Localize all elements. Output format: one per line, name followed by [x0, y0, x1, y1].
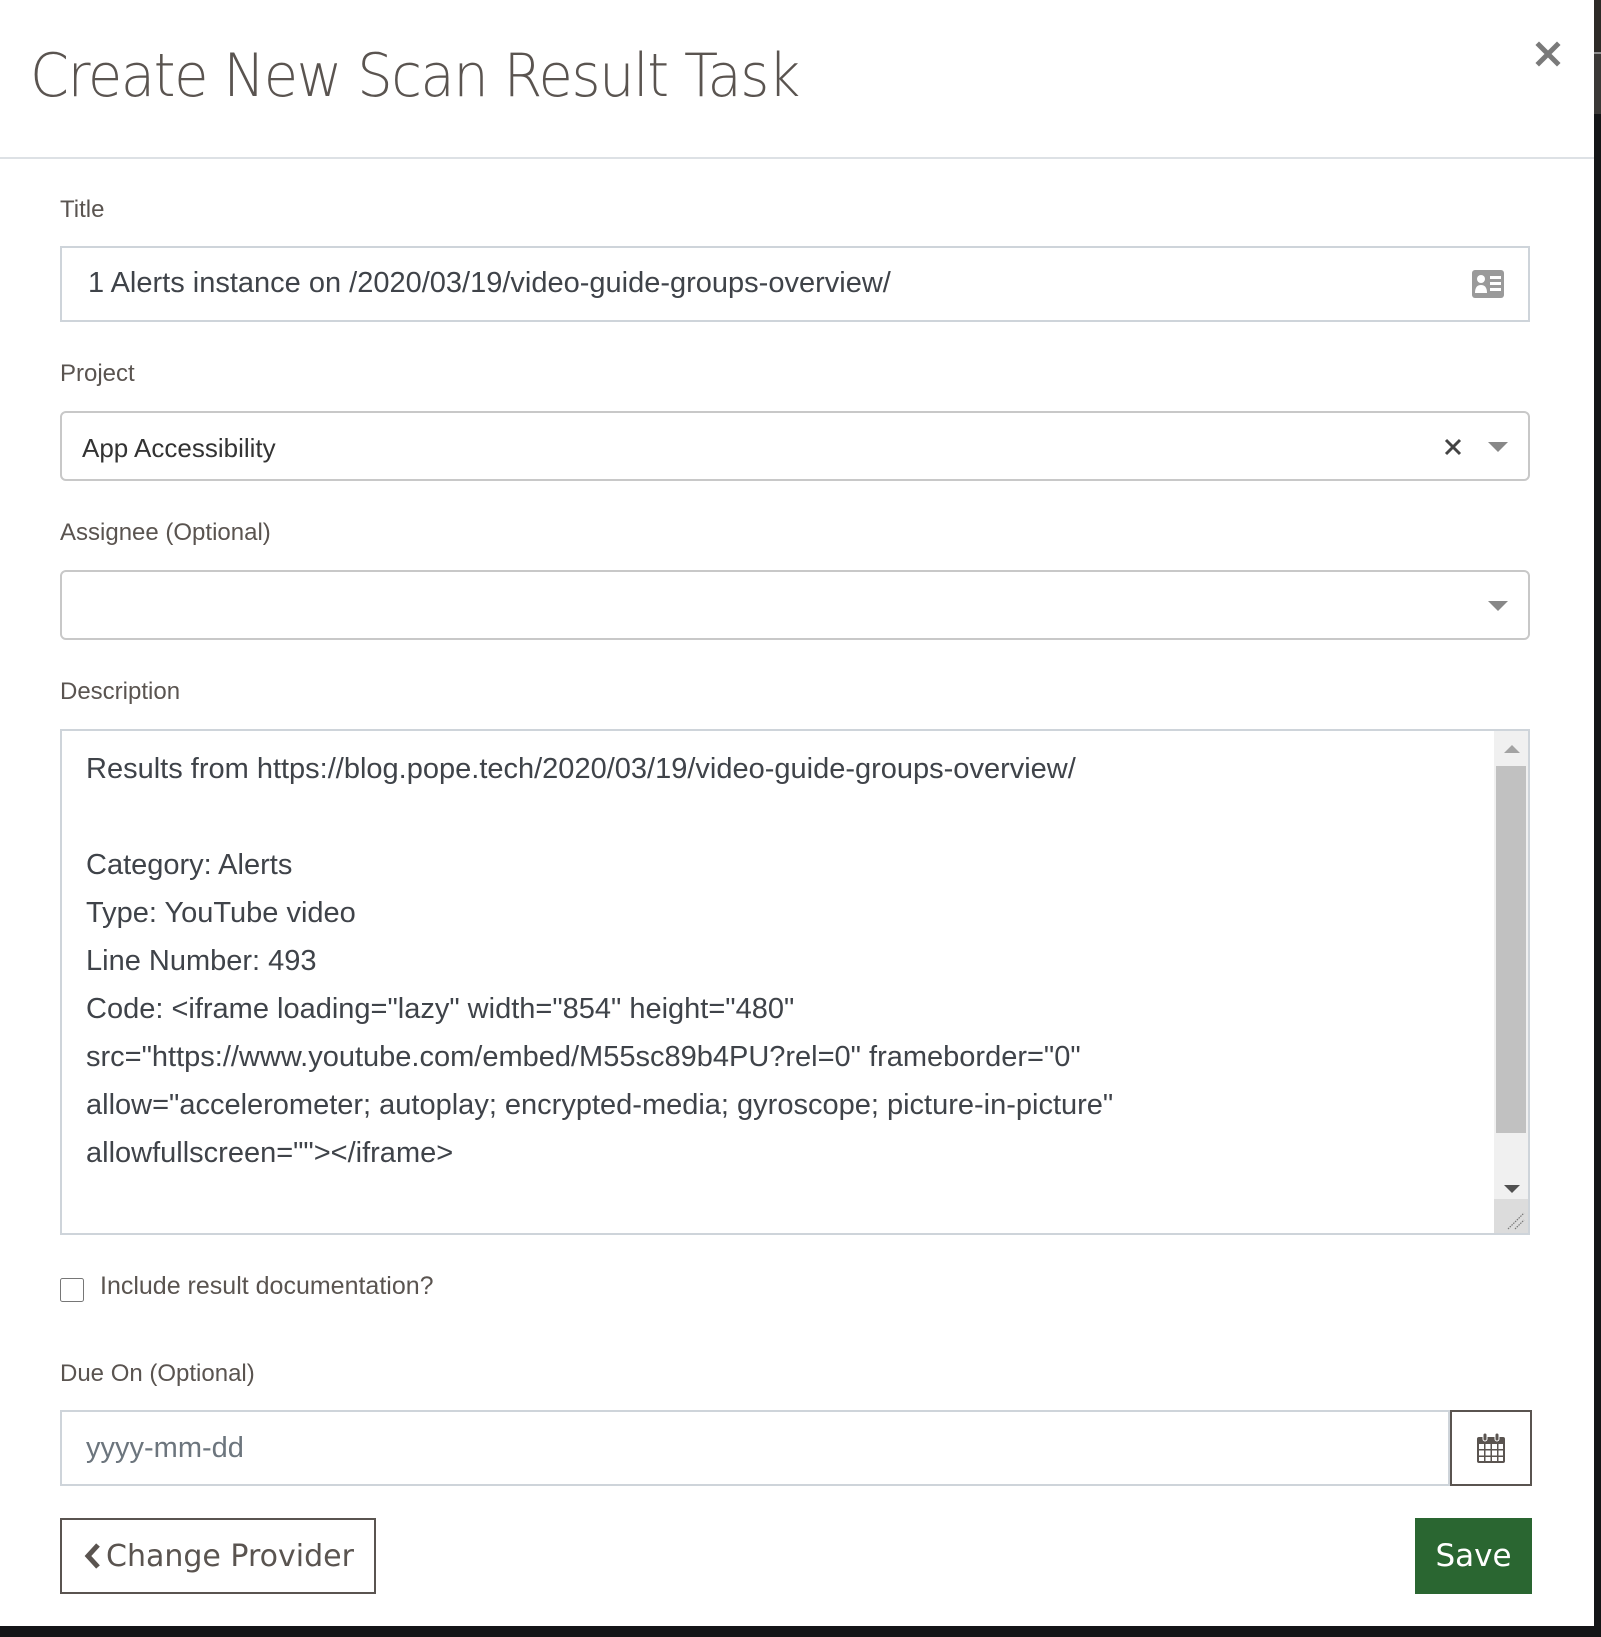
scroll-thumb[interactable] [1496, 766, 1526, 1133]
save-button[interactable]: Save [1415, 1518, 1532, 1594]
close-icon [1535, 41, 1561, 67]
scroll-down-icon[interactable] [1504, 1185, 1520, 1193]
assignee-label: Assignee (Optional) [60, 519, 271, 546]
create-task-modal: Create New Scan Result Task Title 1 Aler… [0, 0, 1594, 1626]
modal-header: Create New Scan Result Task [0, 0, 1594, 159]
id-card-icon [1472, 270, 1504, 298]
title-label: Title [60, 196, 105, 223]
due-on-label: Due On (Optional) [60, 1360, 255, 1387]
title-input-value: 1 Alerts instance on /2020/03/19/video-g… [88, 267, 891, 299]
description-textarea[interactable]: Results from https://blog.pope.tech/2020… [60, 729, 1530, 1235]
caret-down-icon[interactable] [1488, 601, 1508, 611]
assignee-select[interactable] [60, 570, 1530, 640]
description-label: Description [60, 678, 181, 705]
project-select-value: App Accessibility [82, 433, 276, 463]
resize-handle[interactable] [1494, 1199, 1528, 1233]
description-scrollbar[interactable] [1494, 731, 1528, 1233]
due-on-input[interactable]: yyyy-mm-dd [60, 1410, 1450, 1486]
close-button[interactable] [1530, 36, 1566, 72]
change-provider-button[interactable]: Change Provider [60, 1518, 376, 1594]
backdrop-segment [1594, 0, 1601, 52]
due-on-placeholder: yyyy-mm-dd [86, 1432, 244, 1464]
page-backdrop [1594, 0, 1601, 1637]
scroll-up-icon[interactable] [1504, 745, 1520, 753]
chevron-left-icon [84, 1543, 100, 1569]
description-text: Results from https://blog.pope.tech/2020… [86, 753, 1114, 1169]
project-select[interactable]: App Accessibility [60, 411, 1530, 481]
resize-grip-icon [1507, 1212, 1525, 1230]
calendar-icon [1477, 1432, 1505, 1463]
calendar-button[interactable] [1450, 1410, 1532, 1486]
change-provider-label: Change Provider [106, 1538, 354, 1574]
include-documentation-label[interactable]: Include result documentation? [100, 1272, 434, 1301]
caret-down-icon[interactable] [1488, 442, 1508, 452]
title-input[interactable]: 1 Alerts instance on /2020/03/19/video-g… [60, 246, 1530, 322]
clear-icon[interactable] [1440, 431, 1466, 461]
backdrop-segment [1594, 54, 1601, 114]
modal-title: Create New Scan Result Task [30, 41, 800, 111]
include-documentation-checkbox[interactable] [60, 1278, 84, 1302]
project-label: Project [60, 360, 135, 387]
